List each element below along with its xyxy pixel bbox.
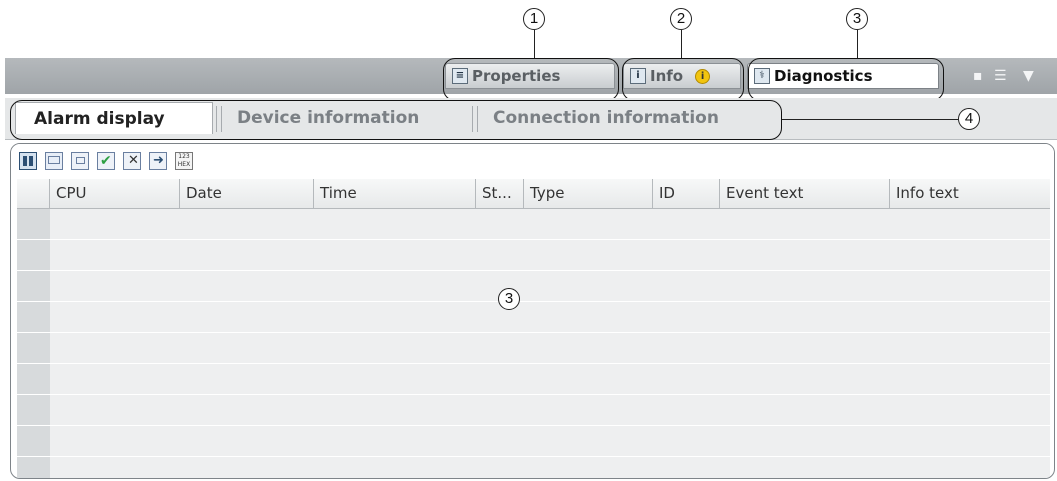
table-row[interactable] <box>17 271 1050 302</box>
row-header[interactable] <box>17 271 50 301</box>
column-header-date[interactable]: Date <box>180 179 314 208</box>
table-row[interactable] <box>17 302 1050 333</box>
row-header[interactable] <box>17 395 50 425</box>
export-icon[interactable]: ➜ <box>149 152 167 170</box>
column-header-cpu[interactable]: CPU <box>50 179 180 208</box>
row-header[interactable] <box>17 302 50 332</box>
callout-1: 1 <box>523 8 545 30</box>
table-row[interactable] <box>17 333 1050 364</box>
row-header[interactable] <box>17 364 50 394</box>
table-row[interactable] <box>17 240 1050 271</box>
callout-3-top: 3 <box>846 8 868 30</box>
column-header-info-text[interactable]: Info text <box>890 179 1050 208</box>
column-header-id[interactable]: ID <box>653 179 720 208</box>
column-header-type[interactable]: Type <box>524 179 653 208</box>
row-header[interactable] <box>17 457 50 478</box>
layout-menu-icon[interactable]: ☰ <box>994 68 1007 84</box>
float-window-icon[interactable]: ▪ <box>973 68 983 84</box>
column-header-event-text[interactable]: Event text <box>720 179 890 208</box>
table-header: CPU Date Time St... Type ID Event text I… <box>17 179 1050 209</box>
table-row[interactable] <box>17 209 1050 240</box>
alarm-toolbar: ✔ ✕ ➜ 123 HEX <box>11 144 1054 180</box>
toggle-view-icon[interactable] <box>19 152 37 170</box>
column-header-time[interactable]: Time <box>314 179 476 208</box>
row-header[interactable] <box>17 333 50 363</box>
delete-message-icon[interactable]: ✕ <box>123 152 141 170</box>
row-header[interactable] <box>17 240 50 270</box>
callout-2: 2 <box>670 8 692 30</box>
chevron-down-icon[interactable]: ▼ <box>1023 68 1034 84</box>
table-row[interactable] <box>17 457 1050 478</box>
callout-4-leader <box>782 119 958 120</box>
callout-3-center: 3 <box>498 288 520 310</box>
highlight-subtabs <box>10 100 782 140</box>
column-header-row-select <box>17 179 50 208</box>
highlight-properties <box>443 58 619 101</box>
callout-2-leader <box>681 30 682 58</box>
table-row[interactable] <box>17 364 1050 395</box>
callout-3-top-leader <box>857 30 858 58</box>
highlight-info <box>622 58 744 101</box>
row-header[interactable] <box>17 209 50 239</box>
alarm-display-panel: ✔ ✕ ➜ 123 HEX CPU Date Time St... Type I… <box>10 143 1055 479</box>
table-row[interactable] <box>17 426 1050 457</box>
callout-4: 4 <box>958 108 980 130</box>
callout-1-leader <box>534 30 535 58</box>
table-row[interactable] <box>17 395 1050 426</box>
highlight-diagnostics <box>748 58 944 101</box>
column-header-status[interactable]: St... <box>476 179 524 208</box>
row-header[interactable] <box>17 426 50 456</box>
acknowledge-all-icon[interactable]: ✔ <box>97 152 115 170</box>
hex-icon-text: 123 HEX <box>177 153 191 168</box>
acknowledge-icon[interactable] <box>71 152 89 170</box>
message-icon[interactable] <box>45 152 63 170</box>
hex-display-icon[interactable]: 123 HEX <box>175 152 193 170</box>
